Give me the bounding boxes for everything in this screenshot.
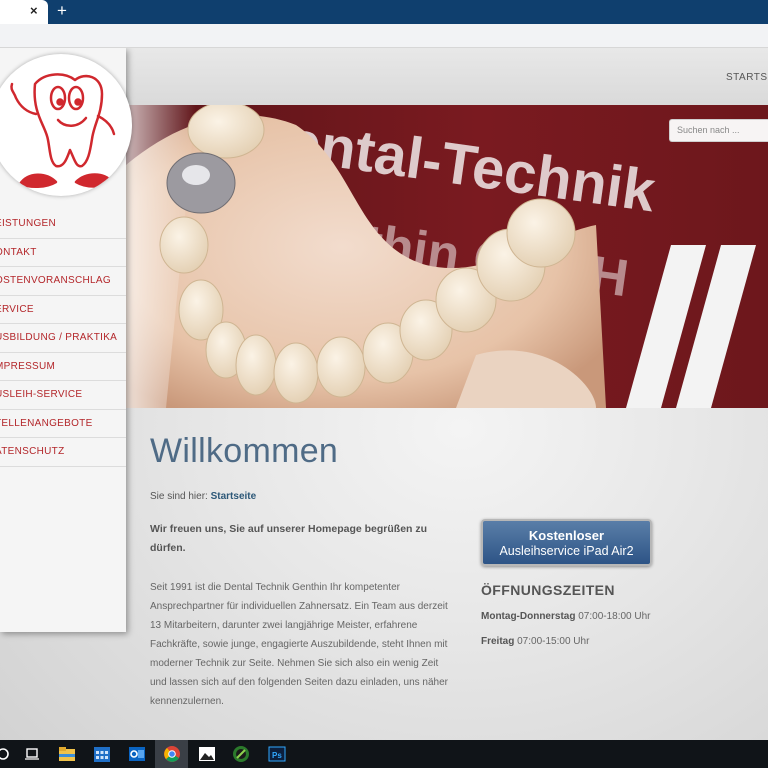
sidebar-nav: EISTUNGEN ONTAKT OSTENVORANSCHLAG ERVICE… xyxy=(0,210,126,467)
outlook-icon[interactable] xyxy=(128,745,146,763)
sidebar-item-impressum[interactable]: MPRESSUM xyxy=(0,353,126,381)
page-title: Willkommen xyxy=(150,432,339,470)
sidebar-item-leistungen[interactable]: EISTUNGEN xyxy=(0,210,126,239)
sidebar-item-stellenangebote[interactable]: TELLENANGEBOTE xyxy=(0,410,126,438)
sidebar-item-label: EISTUNGEN xyxy=(0,218,57,229)
globe-icon[interactable] xyxy=(232,745,250,763)
task-view-icon[interactable] xyxy=(23,745,41,763)
chrome-icon[interactable] xyxy=(163,745,181,763)
hero-banner: ental-Technik nthin GmbH xyxy=(126,105,768,408)
sidebar-item-ausleih-service[interactable]: USLEIH-SERVICE xyxy=(0,381,126,410)
sidebar-item-service[interactable]: ERVICE xyxy=(0,296,126,324)
sidebar-item-label: OSTENVORANSCHLAG xyxy=(0,275,111,286)
breadcrumb-home-link[interactable]: Startseite xyxy=(211,491,257,502)
body-text: Seit 1991 ist die Dental Technik Genthin… xyxy=(150,582,449,707)
browser-tab[interactable]: × xyxy=(0,0,48,24)
calendar-icon[interactable] xyxy=(93,745,111,763)
new-tab-button[interactable]: + xyxy=(57,1,67,21)
search-input[interactable]: Suchen nach ... xyxy=(669,119,768,142)
hours-days: Montag-Donnerstag xyxy=(481,611,576,622)
svg-text:Ps: Ps xyxy=(272,751,282,760)
intro-text: Wir freuen uns, Sie auf unserer Homepage… xyxy=(150,523,428,554)
nav-home-link[interactable]: STARTSE xyxy=(726,72,768,83)
sidebar-item-label: USLEIH-SERVICE xyxy=(0,389,83,400)
breadcrumb-prefix: Sie sind hier: xyxy=(150,491,208,502)
sidebar-item-kontakt[interactable]: ONTAKT xyxy=(0,239,126,267)
sidebar-item-label: MPRESSUM xyxy=(0,360,56,372)
breadcrumb: Sie sind hier: Startseite xyxy=(150,491,256,502)
photos-icon[interactable] xyxy=(198,745,216,763)
ipad-rental-banner[interactable]: Kostenloser Ausleihservice iPad Air2 xyxy=(481,519,652,566)
hours-time: 07:00-18:00 Uhr xyxy=(578,611,651,622)
sidebar-item-label: ERVICE xyxy=(0,303,34,315)
web-page: STARTSE ental-Technik nt xyxy=(0,48,768,740)
sidebar-item-kostenvoranschlag[interactable]: OSTENVORANSCHLAG xyxy=(0,267,126,296)
sidebar-item-datenschutz[interactable]: ATENSCHUTZ xyxy=(0,438,126,467)
hours-time: 07:00-15:00 Uhr xyxy=(517,636,590,647)
opening-hours-heading: ÖFFNUNGSZEITEN xyxy=(481,582,615,598)
opening-hours-row: Freitag 07:00-15:00 Uhr xyxy=(481,636,589,647)
sidebar-item-label: USBILDUNG / PRAKTIKA xyxy=(0,332,118,343)
sidebar-item-label: TELLENANGEBOTE xyxy=(0,417,93,429)
close-tab-icon[interactable]: × xyxy=(30,3,38,18)
sidebar-item-label: ATENSCHUTZ xyxy=(0,446,65,457)
sidebar-item-label: ONTAKT xyxy=(0,246,37,258)
logo[interactable] xyxy=(0,54,132,196)
browser-toolbar xyxy=(0,24,768,48)
windows-taskbar: Ps xyxy=(0,740,768,768)
sidebar: EISTUNGEN ONTAKT OSTENVORANSCHLAG ERVICE… xyxy=(0,48,132,632)
dental-model-image: ental-Technik nthin GmbH xyxy=(126,105,756,408)
photoshop-icon[interactable]: Ps xyxy=(268,745,286,763)
file-explorer-icon[interactable] xyxy=(58,745,76,763)
promo-subtitle: Ausleihservice iPad Air2 xyxy=(499,544,634,558)
tooth-mascot-logo xyxy=(10,73,116,188)
search-icon[interactable] xyxy=(0,745,12,763)
browser-tab-bar: × + xyxy=(0,0,768,24)
opening-hours-row: Montag-Donnerstag 07:00-18:00 Uhr xyxy=(481,611,651,622)
hours-days: Freitag xyxy=(481,636,515,647)
promo-title: Kostenloser xyxy=(528,528,605,543)
sidebar-item-ausbildung[interactable]: USBILDUNG / PRAKTIKA xyxy=(0,324,126,353)
